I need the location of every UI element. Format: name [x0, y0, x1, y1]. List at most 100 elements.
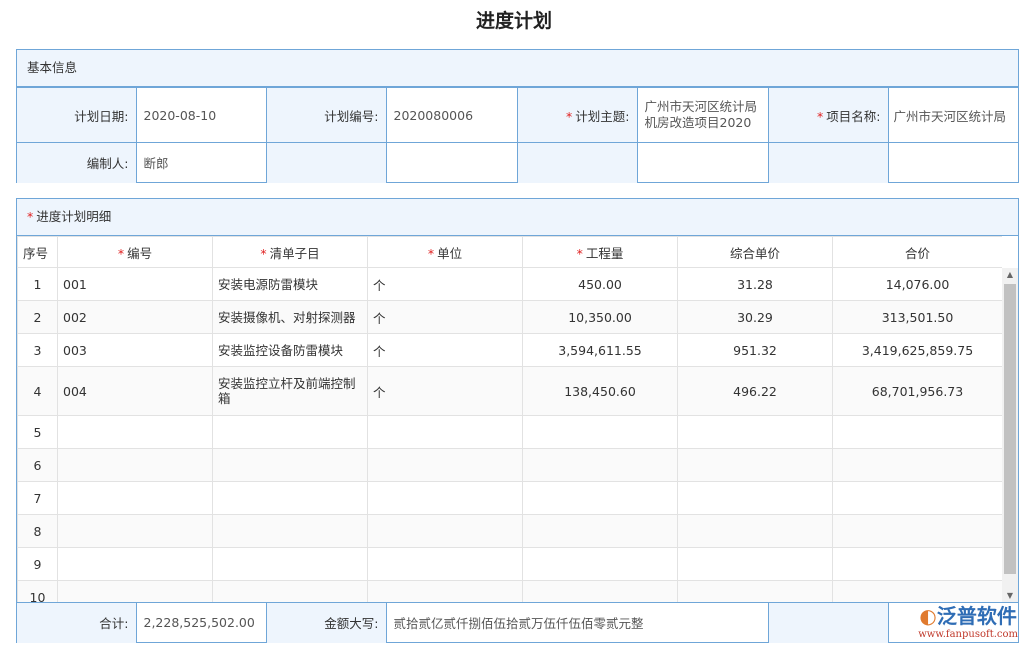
- cell-qty[interactable]: 3,594,611.55: [523, 334, 678, 367]
- column-header: *工程量: [523, 237, 678, 268]
- cell-code[interactable]: [58, 449, 213, 482]
- table-row[interactable]: 3003安装监控设备防雷模块个3,594,611.55951.323,419,6…: [18, 334, 1003, 367]
- table-row[interactable]: 1001安装电源防雷模块个450.0031.2814,076.00: [18, 268, 1003, 301]
- cell-no: 2: [18, 301, 58, 334]
- sum-value: 2,228,525,502.00: [136, 603, 266, 643]
- subject-field[interactable]: 广州市天河区统计局机房改造项目2020: [637, 88, 768, 143]
- cell-price[interactable]: [678, 515, 833, 548]
- scroll-up-icon[interactable]: ▲: [1002, 270, 1018, 279]
- cell-no: 5: [18, 416, 58, 449]
- plan-no-label: 计划编号:: [266, 88, 386, 143]
- cell-price[interactable]: 496.22: [678, 367, 833, 416]
- cell-item[interactable]: 安装监控立杆及前端控制箱: [213, 367, 368, 416]
- project-label: 项目名称:: [826, 109, 880, 124]
- cell-unit[interactable]: [368, 581, 523, 603]
- cell-no: 6: [18, 449, 58, 482]
- cell-no: 1: [18, 268, 58, 301]
- cell-item[interactable]: 安装监控设备防雷模块: [213, 334, 368, 367]
- cell-total[interactable]: [833, 581, 1003, 603]
- table-row[interactable]: 2002安装摄像机、对射探测器个10,350.0030.29313,501.50: [18, 301, 1003, 334]
- column-header: *清单子目: [213, 237, 368, 268]
- cell-qty[interactable]: 10,350.00: [523, 301, 678, 334]
- cell-unit[interactable]: [368, 416, 523, 449]
- cell-qty[interactable]: 450.00: [523, 268, 678, 301]
- scrollbar-thumb[interactable]: [1004, 284, 1016, 574]
- cell-qty[interactable]: [523, 449, 678, 482]
- cell-unit[interactable]: 个: [368, 301, 523, 334]
- detail-section: *进度计划明细 序号*编号*清单子目*单位*工程量综合单价合价1001安装电源防…: [16, 198, 1019, 643]
- vertical-scrollbar[interactable]: ▲ ▼: [1002, 268, 1018, 602]
- cell-price[interactable]: [678, 482, 833, 515]
- scroll-down-icon[interactable]: ▼: [1002, 591, 1018, 600]
- table-row[interactable]: 9: [18, 548, 1003, 581]
- cell-total[interactable]: [833, 515, 1003, 548]
- cell-unit[interactable]: 个: [368, 367, 523, 416]
- cell-code[interactable]: 003: [58, 334, 213, 367]
- cell-item[interactable]: [213, 548, 368, 581]
- cell-price[interactable]: 30.29: [678, 301, 833, 334]
- cell-price[interactable]: [678, 416, 833, 449]
- cell-total[interactable]: 68,701,956.73: [833, 367, 1003, 416]
- cell-qty[interactable]: [523, 416, 678, 449]
- table-row[interactable]: 10: [18, 581, 1003, 603]
- page-title: 进度计划: [0, 6, 1028, 33]
- cell-price[interactable]: [678, 548, 833, 581]
- cell-total[interactable]: [833, 548, 1003, 581]
- cell-code[interactable]: [58, 515, 213, 548]
- cell-total[interactable]: [833, 416, 1003, 449]
- cell-price[interactable]: 31.28: [678, 268, 833, 301]
- cell-qty[interactable]: 138,450.60: [523, 367, 678, 416]
- section-header: 基本信息: [17, 50, 1018, 87]
- cell-no: 8: [18, 515, 58, 548]
- cell-code[interactable]: [58, 416, 213, 449]
- cell-qty[interactable]: [523, 482, 678, 515]
- table-row[interactable]: 6: [18, 449, 1003, 482]
- cell-item[interactable]: [213, 515, 368, 548]
- cell-total[interactable]: 313,501.50: [833, 301, 1003, 334]
- project-field[interactable]: 广州市天河区统计局: [888, 88, 1018, 143]
- plan-date-field[interactable]: 2020-08-10: [136, 88, 266, 143]
- cell-item[interactable]: 安装摄像机、对射探测器: [213, 301, 368, 334]
- table-row[interactable]: 4004安装监控立杆及前端控制箱个138,450.60496.2268,701,…: [18, 367, 1003, 416]
- column-header: 序号: [18, 237, 58, 268]
- cell-unit[interactable]: [368, 449, 523, 482]
- caps-value: 贰拾贰亿贰仟捌佰伍拾贰万伍仟伍佰零贰元整: [386, 603, 768, 643]
- cell-total[interactable]: 3,419,625,859.75: [833, 334, 1003, 367]
- cell-code[interactable]: 002: [58, 301, 213, 334]
- cell-code[interactable]: 001: [58, 268, 213, 301]
- plan-date-label: 计划日期:: [17, 88, 136, 143]
- table-row[interactable]: 8: [18, 515, 1003, 548]
- cell-code[interactable]: [58, 581, 213, 603]
- sum-label: 合计:: [17, 603, 136, 643]
- cell-unit[interactable]: [368, 515, 523, 548]
- table-row[interactable]: 7: [18, 482, 1003, 515]
- column-header: 合价: [833, 237, 1003, 268]
- cell-unit[interactable]: [368, 482, 523, 515]
- cell-total[interactable]: 14,076.00: [833, 268, 1003, 301]
- cell-qty[interactable]: [523, 581, 678, 603]
- cell-unit[interactable]: 个: [368, 334, 523, 367]
- cell-price[interactable]: 951.32: [678, 334, 833, 367]
- column-header: 综合单价: [678, 237, 833, 268]
- cell-item[interactable]: [213, 449, 368, 482]
- cell-unit[interactable]: [368, 548, 523, 581]
- cell-code[interactable]: 004: [58, 367, 213, 416]
- cell-code[interactable]: [58, 548, 213, 581]
- cell-unit[interactable]: 个: [368, 268, 523, 301]
- cell-price[interactable]: [678, 449, 833, 482]
- cell-code[interactable]: [58, 482, 213, 515]
- creator-field[interactable]: 断郎: [136, 143, 266, 183]
- cell-total[interactable]: [833, 482, 1003, 515]
- plan-no-field[interactable]: 2020080006: [386, 88, 517, 143]
- cell-qty[interactable]: [523, 515, 678, 548]
- cell-price[interactable]: [678, 581, 833, 603]
- cell-qty[interactable]: [523, 548, 678, 581]
- column-header: *编号: [58, 237, 213, 268]
- table-row[interactable]: 5: [18, 416, 1003, 449]
- cell-item[interactable]: [213, 482, 368, 515]
- cell-item[interactable]: 安装电源防雷模块: [213, 268, 368, 301]
- cell-total[interactable]: [833, 449, 1003, 482]
- cell-no: 7: [18, 482, 58, 515]
- cell-item[interactable]: [213, 416, 368, 449]
- cell-item[interactable]: [213, 581, 368, 603]
